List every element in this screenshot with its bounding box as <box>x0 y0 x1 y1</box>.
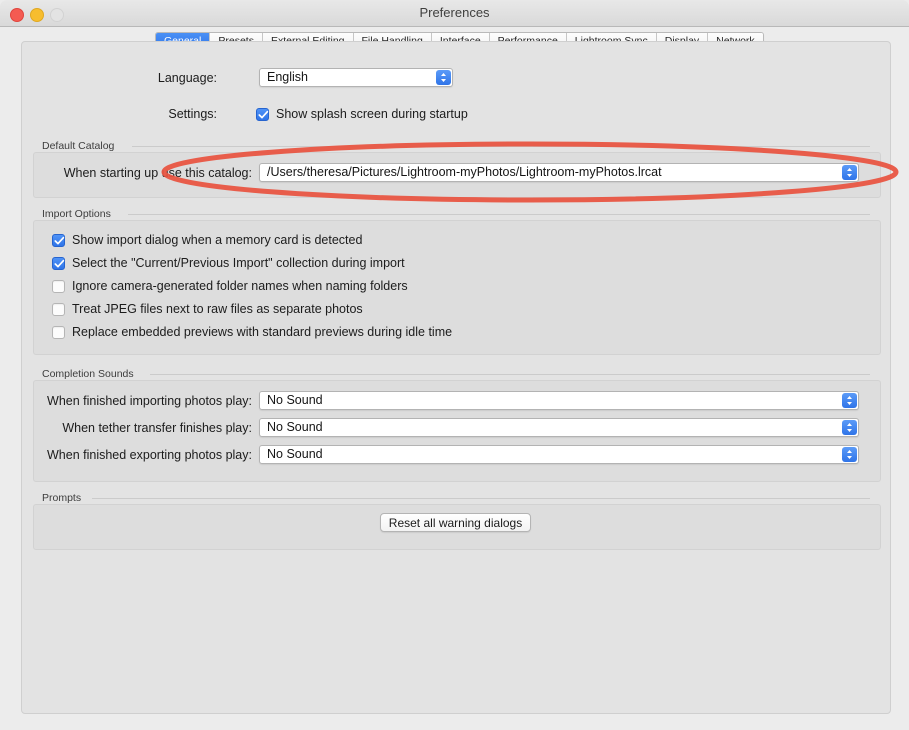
import-option-row[interactable]: Treat JPEG files next to raw files as se… <box>52 301 363 317</box>
import-sound-dropdown[interactable]: No Sound <box>259 391 859 410</box>
import-sound-value: No Sound <box>267 393 323 407</box>
group-separator <box>132 146 870 147</box>
language-value: English <box>267 70 308 84</box>
chevron-up-down-icon <box>436 70 451 85</box>
preferences-window: Preferences General Presets External Edi… <box>0 0 909 730</box>
import-option-row[interactable]: Ignore camera-generated folder names whe… <box>52 278 408 294</box>
chevron-up-down-icon <box>842 447 857 462</box>
default-catalog-dropdown[interactable]: /Users/theresa/Pictures/Lightroom-myPhot… <box>259 163 859 182</box>
tether-sound-dropdown[interactable]: No Sound <box>259 418 859 437</box>
export-sound-value: No Sound <box>267 447 323 461</box>
reset-all-warning-dialogs-button[interactable]: Reset all warning dialogs <box>380 513 531 532</box>
checkbox-box <box>52 233 65 247</box>
language-label: Language: <box>157 71 217 85</box>
default-catalog-group-title: Default Catalog <box>42 140 115 152</box>
import-options-group-title: Import Options <box>42 208 111 220</box>
window-titlebar: Preferences <box>0 0 909 27</box>
checkbox-label: Show import dialog when a memory card is… <box>72 233 363 247</box>
completion-sounds-group-title: Completion Sounds <box>42 368 134 380</box>
chevron-up-down-icon <box>842 420 857 435</box>
group-separator <box>150 374 870 375</box>
group-separator <box>128 214 870 215</box>
prompts-group-title: Prompts <box>42 492 82 504</box>
settings-label: Settings: <box>168 107 217 121</box>
tether-sound-label: When tether transfer finishes play: <box>62 421 252 435</box>
default-catalog-row-label: When starting up use this catalog: <box>63 166 252 180</box>
checkbox-label: Ignore camera-generated folder names whe… <box>72 279 408 293</box>
general-tab-panel: Language: English Settings: Show splash … <box>21 41 891 714</box>
default-catalog-value: /Users/theresa/Pictures/Lightroom-myPhot… <box>267 165 662 179</box>
checkbox-box <box>52 279 65 293</box>
group-separator <box>92 498 870 499</box>
window-title: Preferences <box>419 5 490 20</box>
export-sound-label: When finished exporting photos play: <box>47 448 252 462</box>
language-dropdown[interactable]: English <box>259 68 453 87</box>
checkbox-label: Show splash screen during startup <box>276 107 468 121</box>
chevron-up-down-icon <box>842 165 857 180</box>
import-sound-label: When finished importing photos play: <box>47 394 252 408</box>
checkbox-box <box>52 302 65 316</box>
checkbox-label: Replace embedded previews with standard … <box>72 325 453 339</box>
tether-sound-value: No Sound <box>267 420 323 434</box>
checkbox-box <box>52 325 65 339</box>
export-sound-dropdown[interactable]: No Sound <box>259 445 859 464</box>
import-option-row[interactable]: Select the "Current/Previous Import" col… <box>52 255 405 271</box>
show-splash-screen-checkbox[interactable]: Show splash screen during startup <box>256 106 468 122</box>
checkbox-box <box>52 256 65 270</box>
import-option-row[interactable]: Show import dialog when a memory card is… <box>52 232 362 248</box>
checkbox-label: Select the "Current/Previous Import" col… <box>72 256 405 270</box>
checkbox-box <box>256 107 269 121</box>
checkbox-label: Treat JPEG files next to raw files as se… <box>72 302 363 316</box>
import-option-row[interactable]: Replace embedded previews with standard … <box>52 324 452 340</box>
chevron-up-down-icon <box>842 393 857 408</box>
